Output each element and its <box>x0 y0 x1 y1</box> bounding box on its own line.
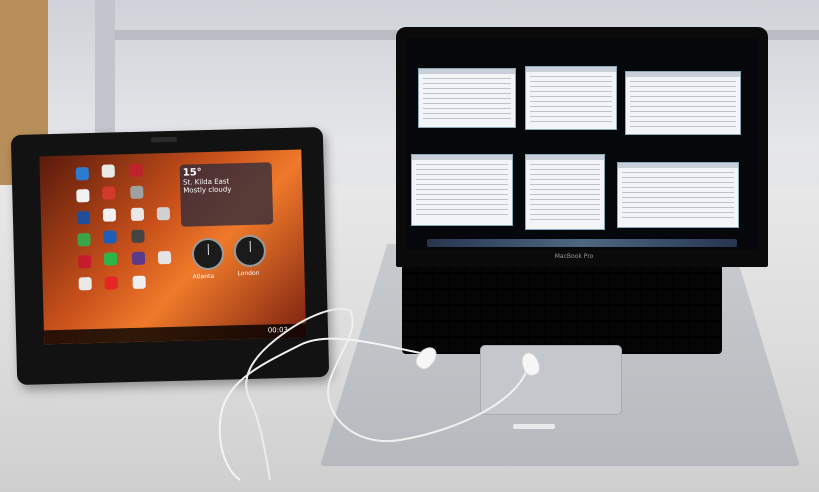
weather-condition: Mostly cloudy <box>183 185 232 195</box>
app-icon <box>131 251 146 265</box>
window-thumbnail <box>525 154 605 230</box>
laptop-keyboard <box>402 258 722 354</box>
photo-scene: MacBook Pro 15° St. Kilda East Mostly cl… <box>0 0 819 492</box>
weather-widget: 15° St. Kilda East Mostly cloudy <box>179 162 274 227</box>
app-icon <box>77 233 91 247</box>
window-thumbnail <box>625 71 741 135</box>
tablet-device: 15° St. Kilda East Mostly cloudy Atlanta… <box>10 126 330 386</box>
dock <box>427 239 737 247</box>
app-icon <box>78 277 92 291</box>
app-icon <box>157 250 172 265</box>
app-icon <box>104 276 118 290</box>
clock-city-label: London <box>237 269 260 278</box>
app-icon <box>77 255 92 269</box>
tablet-status-bar: 00:03 <box>43 323 307 345</box>
app-icon <box>75 167 89 181</box>
app-icon <box>102 208 117 222</box>
laptop-model-label: MacBook Pro <box>554 253 594 260</box>
clock-face-icon <box>191 237 225 271</box>
window-thumbnail <box>418 68 516 128</box>
status-time: 00:03 <box>267 325 289 335</box>
window-thumbnail <box>525 66 617 130</box>
app-icon <box>156 206 171 221</box>
window-thumbnail <box>411 154 513 226</box>
app-icon <box>76 189 90 203</box>
app-icon <box>131 229 145 243</box>
laptop-lid: MacBook Pro <box>396 27 768 267</box>
app-icon <box>103 230 117 244</box>
app-icon <box>129 163 143 178</box>
laptop-display <box>407 38 757 250</box>
tablet-screen: 15° St. Kilda East Mostly cloudy Atlanta… <box>39 149 307 345</box>
app-icon <box>130 207 145 222</box>
window-thumbnail <box>617 162 739 228</box>
laptop-trackpad <box>480 345 622 415</box>
app-icon <box>130 185 144 200</box>
clock-city-label: Atlanta <box>192 272 215 281</box>
app-icon <box>103 252 118 266</box>
clock-face-icon <box>233 234 267 268</box>
laptop-latch <box>513 424 555 429</box>
app-icon <box>101 164 115 178</box>
app-icon <box>76 211 91 225</box>
app-icon <box>102 186 116 200</box>
app-icon <box>132 275 146 289</box>
tablet-camera <box>150 136 178 143</box>
